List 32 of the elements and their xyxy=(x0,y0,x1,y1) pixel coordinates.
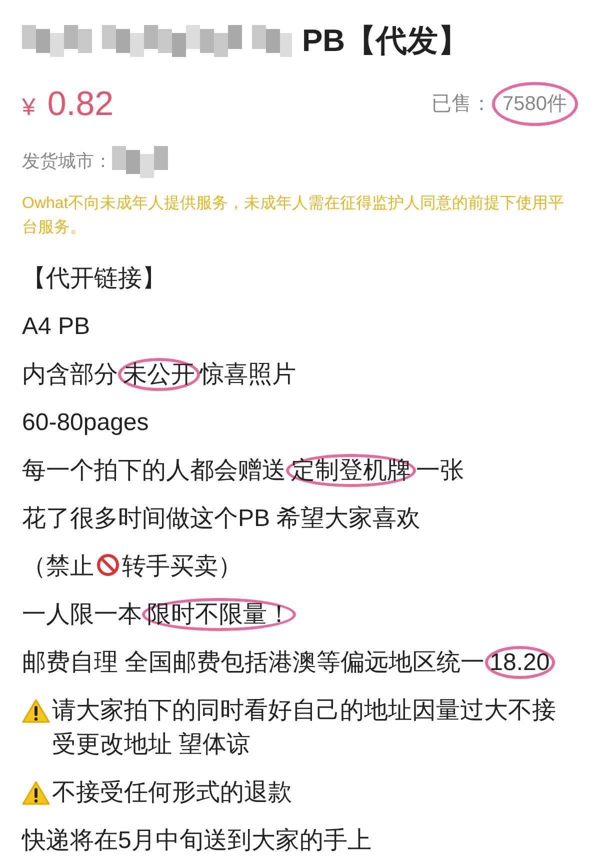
prohibited-icon xyxy=(96,552,120,576)
warning-icon xyxy=(22,698,50,724)
description-text: 18.20 xyxy=(484,646,555,678)
sold-label: 已售： xyxy=(432,92,492,117)
description-text: 一张 xyxy=(416,456,464,484)
description-text: 快递将在5月中旬送到大家的手上 xyxy=(22,826,372,854)
redacted-text xyxy=(112,146,168,178)
description-text: 转手买卖） xyxy=(122,552,242,580)
description-text: 内含部分 xyxy=(22,360,118,388)
description-text: 限时不限量！ xyxy=(142,598,296,630)
description-text: A4 PB xyxy=(22,312,90,340)
sold-count: 7580件 xyxy=(492,82,578,126)
description-text: 花了很多时间做这个PB 希望大家喜欢 xyxy=(22,504,421,532)
warning-icon xyxy=(22,780,50,806)
description-text: 【代开链接】 xyxy=(22,264,166,292)
notice-text: Owhat不向未成年人提供服务，未成年人需在征得监护人同意的前提下使用平台服务。 xyxy=(22,194,566,238)
redacted-text xyxy=(22,25,92,58)
description-text: 定制登机牌 xyxy=(286,454,416,486)
description-text: 邮费自理 全国邮费包括港澳等偏远地区统一 xyxy=(22,648,485,676)
description-text: 每一个拍下的人都会赠送 xyxy=(22,456,286,484)
description-text: 请大家拍下的同时看好自己的地址因量过大不接受更改地址 望体谅 xyxy=(52,696,557,760)
description-text: 60-80pages xyxy=(22,408,149,436)
price: 0.82 xyxy=(47,84,114,124)
description-text: 一人限一本 xyxy=(22,600,142,628)
description-text: 惊喜照片 xyxy=(200,360,296,388)
product-title: PB【代发】 xyxy=(302,22,470,60)
description-text: 不接受任何形式的退款 xyxy=(52,778,292,808)
redacted-text xyxy=(252,25,292,58)
ship-city-label: 发货城市： xyxy=(22,150,112,173)
currency-symbol: ¥ xyxy=(22,92,36,122)
description-text: （禁止 xyxy=(22,552,94,580)
description-text: 未公开 xyxy=(118,358,200,390)
